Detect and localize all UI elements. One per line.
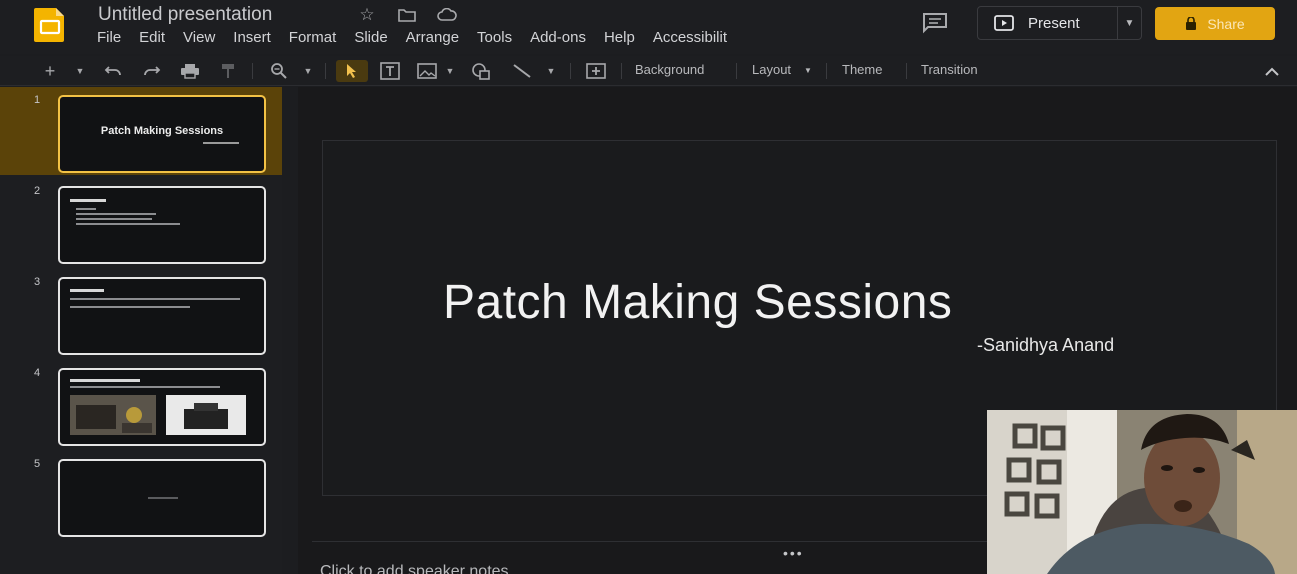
- chevron-down-icon[interactable]: ▼: [443, 60, 457, 82]
- slide-preview: [58, 368, 266, 446]
- app-header: Untitled presentation ☆ File Edit View I…: [0, 0, 1297, 54]
- menu-help[interactable]: Help: [604, 29, 635, 46]
- lock-icon: [1186, 17, 1197, 30]
- background-button[interactable]: Background: [635, 62, 704, 77]
- toolbar: + ▼ ▼ ▼ ▼ Background Layout ▼ Theme Tran: [0, 56, 1297, 86]
- layout-button[interactable]: Layout: [752, 62, 791, 77]
- photo-thumbnail: [70, 395, 156, 435]
- paint-format-icon[interactable]: [216, 60, 240, 82]
- print-icon[interactable]: [177, 60, 203, 82]
- slide-number: 3: [34, 276, 41, 288]
- new-slide-icon[interactable]: +: [40, 60, 60, 82]
- chevron-up-icon[interactable]: [1262, 60, 1282, 82]
- menu-tools[interactable]: Tools: [477, 29, 512, 46]
- menu-insert[interactable]: Insert: [233, 29, 271, 46]
- slide-thumbnail-4[interactable]: 4: [0, 360, 282, 448]
- menu-accessibility[interactable]: Accessibilit: [653, 29, 727, 46]
- present-icon: [994, 15, 1014, 31]
- slide-thumbnail-1[interactable]: 1 Patch Making Sessions: [0, 87, 282, 175]
- drag-handle-icon[interactable]: •••: [783, 545, 804, 561]
- menu-add-ons[interactable]: Add-ons: [530, 29, 586, 46]
- slide-number: 4: [34, 367, 41, 379]
- undo-icon[interactable]: [101, 60, 125, 82]
- redo-icon[interactable]: [140, 60, 164, 82]
- slide-filmstrip: 1 Patch Making Sessions 2 3 4 5: [0, 87, 282, 574]
- document-title[interactable]: Untitled presentation: [98, 4, 272, 26]
- photo-thumbnail: [166, 395, 246, 435]
- chevron-down-icon[interactable]: ▼: [544, 60, 558, 82]
- slides-logo-icon[interactable]: [32, 6, 68, 42]
- slide-title[interactable]: Patch Making Sessions: [443, 275, 952, 330]
- slide-thumbnail-3[interactable]: 3: [0, 269, 282, 357]
- slide-number: 2: [34, 185, 41, 197]
- slide-thumbnail-5[interactable]: 5: [0, 451, 282, 539]
- menu-arrange[interactable]: Arrange: [406, 29, 459, 46]
- line-icon[interactable]: [509, 60, 535, 82]
- notes-divider[interactable]: [312, 541, 992, 549]
- transition-button[interactable]: Transition: [921, 62, 978, 77]
- theme-button[interactable]: Theme: [842, 62, 882, 77]
- menu-slide[interactable]: Slide: [354, 29, 387, 46]
- share-label: Share: [1207, 15, 1245, 32]
- slide-subtitle[interactable]: -Sanidhya Anand: [977, 335, 1114, 356]
- comment-add-icon[interactable]: [582, 60, 610, 82]
- slide-preview: [58, 186, 266, 264]
- menu-format[interactable]: Format: [289, 29, 337, 46]
- select-cursor-icon[interactable]: [336, 60, 368, 82]
- cloud-status-icon[interactable]: [436, 5, 458, 25]
- move-folder-icon[interactable]: [396, 5, 418, 25]
- menu-bar: File Edit View Insert Format Slide Arran…: [97, 29, 745, 46]
- slide-preview-title: Patch Making Sessions: [100, 125, 224, 137]
- webcam-overlay: [987, 410, 1297, 574]
- text-box-icon[interactable]: [377, 60, 403, 82]
- chevron-down-icon[interactable]: ▼: [1117, 7, 1141, 39]
- slide-number: 1: [34, 94, 41, 106]
- menu-file[interactable]: File: [97, 29, 121, 46]
- webcam-video: [987, 410, 1297, 574]
- comments-icon[interactable]: [921, 12, 949, 34]
- zoom-icon[interactable]: [266, 60, 292, 82]
- speaker-notes[interactable]: Click to add speaker notes: [320, 563, 509, 574]
- chevron-down-icon[interactable]: ▼: [73, 60, 87, 82]
- present-label: Present: [1028, 14, 1080, 32]
- slide-thumbnail-2[interactable]: 2: [0, 178, 282, 266]
- slide-number: 5: [34, 458, 41, 470]
- chevron-down-icon[interactable]: ▼: [301, 60, 315, 82]
- slide-preview: Patch Making Sessions: [58, 95, 266, 173]
- menu-edit[interactable]: Edit: [139, 29, 165, 46]
- slide-preview: [58, 277, 266, 355]
- present-button[interactable]: Present ▼: [977, 6, 1142, 40]
- star-icon[interactable]: ☆: [356, 5, 378, 25]
- chevron-down-icon[interactable]: ▼: [804, 66, 812, 75]
- shape-icon[interactable]: [468, 60, 494, 82]
- share-button[interactable]: Share: [1155, 7, 1275, 40]
- menu-view[interactable]: View: [183, 29, 215, 46]
- image-icon[interactable]: [414, 60, 440, 82]
- slide-preview: [58, 459, 266, 537]
